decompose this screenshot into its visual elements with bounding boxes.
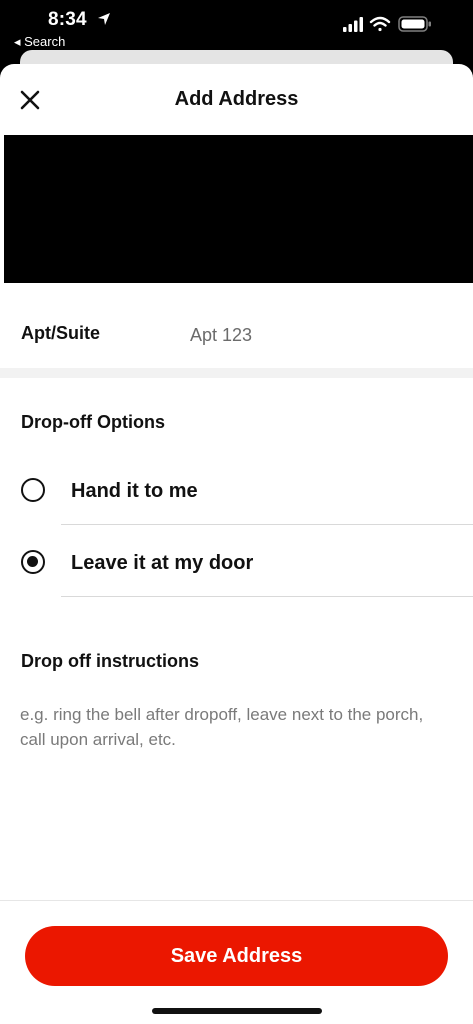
footer-divider — [0, 900, 473, 901]
location-arrow-icon — [98, 13, 110, 25]
radio-unselected-icon[interactable] — [21, 478, 45, 502]
address-map — [4, 135, 473, 283]
apt-suite-input[interactable] — [190, 320, 450, 350]
status-icons — [343, 16, 431, 32]
save-address-button[interactable]: Save Address — [25, 926, 448, 986]
radio-selected-icon[interactable] — [21, 550, 45, 574]
dropoff-options-title: Drop-off Options — [21, 412, 165, 432]
home-indicator — [152, 1008, 322, 1014]
add-address-sheet: Add Address Apt/Suite Drop-off Options H… — [0, 64, 473, 1024]
sheet-header: Add Address — [0, 64, 473, 134]
signal-icon — [343, 17, 363, 32]
divider — [61, 596, 473, 597]
apt-suite-label: Apt/Suite — [21, 323, 100, 343]
dropoff-instructions-input[interactable] — [20, 702, 440, 792]
dropoff-option-leave-at-door[interactable]: Leave it at my door — [0, 528, 473, 598]
status-time: 8:34 — [48, 9, 87, 30]
divider — [61, 524, 473, 525]
dropoff-instructions-title: Drop off instructions — [21, 651, 199, 671]
back-to-search-link[interactable]: ◂ Search — [14, 34, 65, 50]
dropoff-option-label: Leave it at my door — [71, 552, 254, 574]
dropoff-option-hand-it-to-me[interactable]: Hand it to me — [0, 456, 473, 526]
apt-suite-row: Apt/Suite — [0, 296, 473, 368]
dropoff-option-label: Hand it to me — [71, 480, 198, 502]
section-divider — [0, 368, 473, 378]
battery-icon — [398, 16, 431, 32]
page-title: Add Address — [174, 88, 299, 110]
wifi-icon — [369, 16, 391, 32]
